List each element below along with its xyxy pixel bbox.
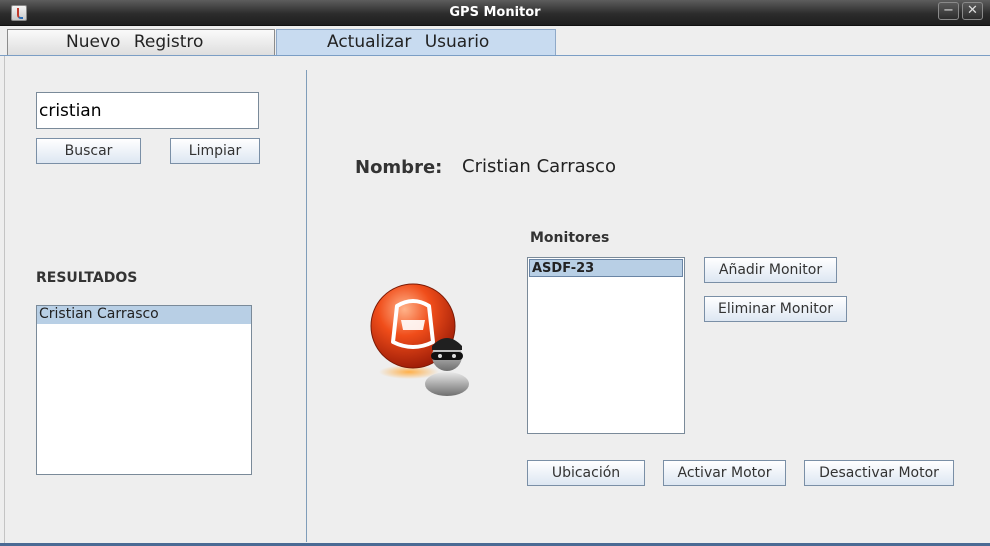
list-item[interactable]: Cristian Carrasco [37,306,251,324]
buscar-button[interactable]: Buscar [36,138,141,164]
eliminar-monitor-button[interactable]: Eliminar Monitor [704,296,847,322]
activar-motor-button[interactable]: Activar Motor [663,460,786,486]
frame-border [4,56,5,544]
minimize-button[interactable]: − [938,2,959,20]
tab-actualizar-usuario[interactable]: Actualizar Usuario [276,29,556,55]
ubicacion-button[interactable]: Ubicación [527,460,645,486]
results-list[interactable]: Cristian Carrasco [36,305,252,475]
nombre-label: Nombre: [355,157,443,178]
results-label: RESULTADOS [36,270,138,286]
nombre-value: Cristian Carrasco [462,156,616,177]
tab-nuevo-registro[interactable]: Nuevo Registro [7,29,275,55]
window-title: GPS Monitor [449,5,541,20]
search-input[interactable] [36,92,259,129]
close-button[interactable]: ✕ [962,2,983,20]
title-bar: GPS Monitor − ✕ [0,0,990,26]
desactivar-motor-button[interactable]: Desactivar Motor [804,460,954,486]
split-divider[interactable] [306,70,307,542]
anadir-monitor-button[interactable]: Añadir Monitor [704,257,837,283]
car-thief-icon [370,283,469,396]
monitores-list[interactable]: ASDF-23 [527,257,685,434]
list-item[interactable]: ASDF-23 [529,259,683,277]
monitores-label: Monitores [530,230,610,246]
limpiar-button[interactable]: Limpiar [170,138,260,164]
tab-strip: Nuevo Registro Actualizar Usuario [0,26,990,56]
